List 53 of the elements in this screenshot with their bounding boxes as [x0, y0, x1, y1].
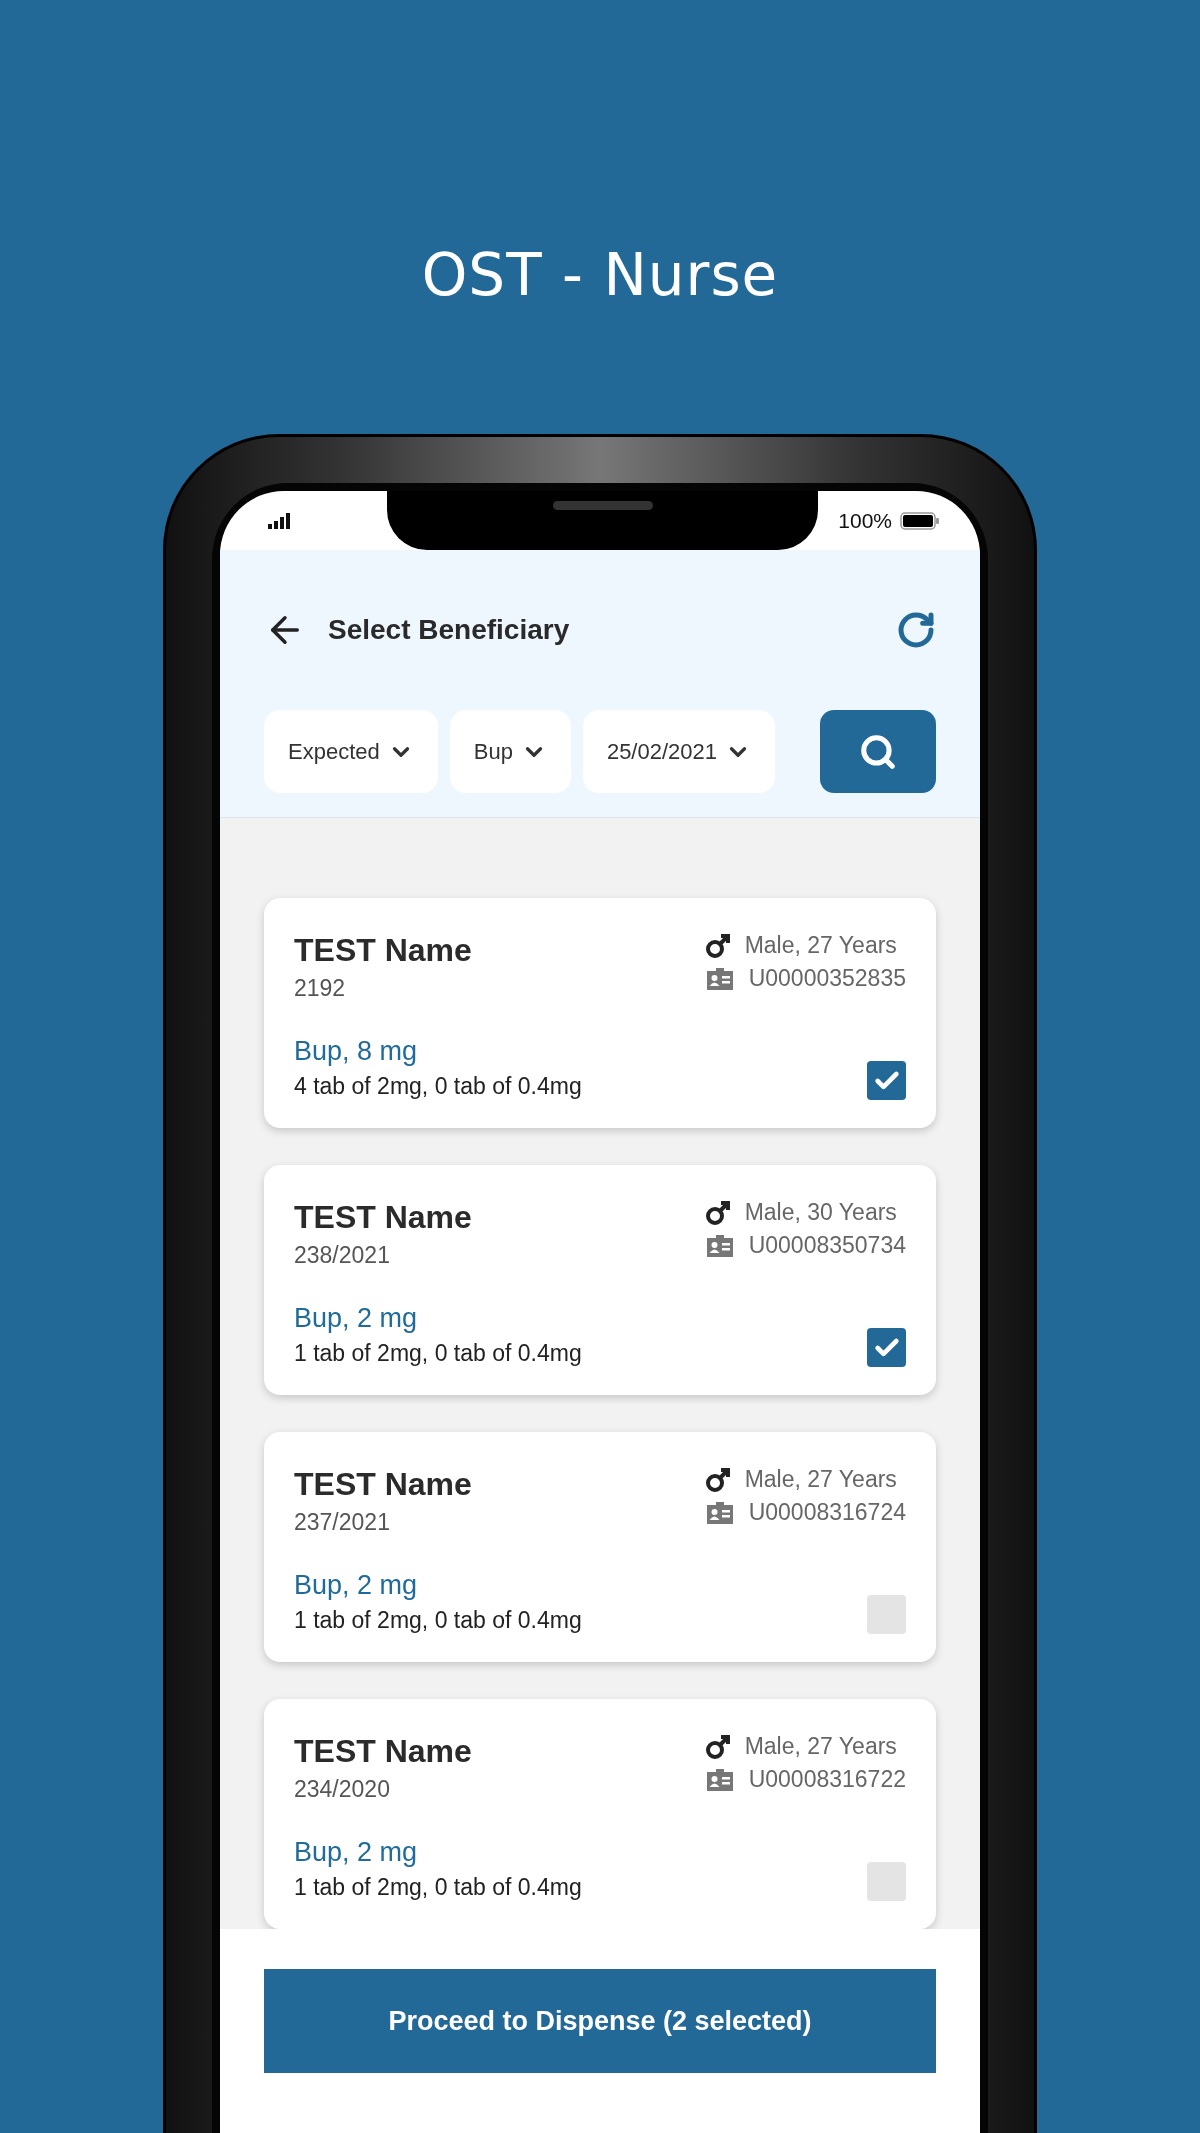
gender-age: Male, 30 Years: [744, 1199, 897, 1226]
tablet-breakdown: 1 tab of 2mg, 0 tab of 0.4mg: [294, 1874, 582, 1901]
beneficiary-card[interactable]: TEST Name 2192 Male, 27 Years U00000352835 Bup, 8 mg 4 tab of 2mg, 0 tab of 0.4mg: [264, 898, 936, 1128]
beneficiary-name: TEST Name: [294, 1733, 472, 1770]
male-symbol-icon: [704, 932, 731, 959]
select-checkbox[interactable]: [867, 1061, 906, 1100]
unique-id: U00000352835: [748, 965, 906, 992]
beneficiary-name: TEST Name: [294, 932, 472, 969]
registration-number: 238/2021: [294, 1242, 391, 1269]
male-symbol-icon: [704, 1733, 731, 1760]
beneficiary-name: TEST Name: [294, 1199, 472, 1236]
page-title: OST - Nurse: [421, 239, 779, 311]
beneficiary-name: TEST Name: [294, 1466, 472, 1503]
tablet-breakdown: 1 tab of 2mg, 0 tab of 0.4mg: [294, 1340, 582, 1367]
signal-icon: [268, 512, 292, 529]
refresh-icon: [896, 610, 936, 650]
male-symbol-icon: [704, 1466, 731, 1493]
screen-title: Select Beneficiary: [328, 614, 571, 646]
id-card-icon: [704, 965, 735, 992]
tablet-breakdown: 4 tab of 2mg, 0 tab of 0.4mg: [294, 1073, 582, 1100]
registration-number: 234/2020: [294, 1776, 391, 1803]
search-icon: [859, 732, 897, 771]
tablet-breakdown: 1 tab of 2mg, 0 tab of 0.4mg: [294, 1607, 582, 1634]
unique-id: U00008316722: [748, 1766, 906, 1793]
gender-age: Male, 27 Years: [744, 932, 897, 959]
drug-dose: Bup, 2 mg: [294, 1303, 419, 1334]
id-card-icon: [704, 1766, 735, 1793]
filter-dropdown[interactable]: 25/02/2021: [582, 710, 775, 793]
refresh-button[interactable]: [896, 610, 936, 650]
unique-id: U00008316724: [748, 1499, 906, 1526]
id-card-icon: [704, 1499, 735, 1526]
beneficiary-card[interactable]: TEST Name 234/2020 Male, 27 Years U00008316722 Bup, 2 mg 1 tab of 2mg, 0 tab of 0.4mg: [264, 1699, 936, 1929]
registration-number: 2192: [294, 975, 347, 1002]
select-checkbox[interactable]: [867, 1595, 906, 1634]
filter-dropdown[interactable]: Expected: [264, 710, 438, 793]
unique-id: U00008350734: [748, 1232, 906, 1259]
search-button[interactable]: [820, 710, 936, 793]
select-checkbox[interactable]: [867, 1862, 906, 1901]
drug-dose: Bup, 8 mg: [294, 1036, 419, 1067]
drug-dose: Bup, 2 mg: [294, 1570, 419, 1601]
select-checkbox[interactable]: [867, 1328, 906, 1367]
registration-number: 237/2021: [294, 1509, 391, 1536]
male-symbol-icon: [704, 1199, 731, 1226]
proceed-button[interactable]: Proceed to Dispense (2 selected): [264, 1969, 936, 2073]
battery-percentage: 100%: [838, 508, 892, 533]
filter-dropdown[interactable]: Bup: [449, 710, 571, 793]
drug-dose: Bup, 2 mg: [294, 1837, 419, 1868]
battery-icon: [900, 511, 940, 530]
gender-age: Male, 27 Years: [744, 1733, 897, 1760]
gender-age: Male, 27 Years: [744, 1466, 897, 1493]
beneficiary-card[interactable]: TEST Name 237/2021 Male, 27 Years U00008316724 Bup, 2 mg 1 tab of 2mg, 0 tab of 0.4mg: [264, 1432, 936, 1662]
id-card-icon: [704, 1232, 735, 1259]
beneficiary-card[interactable]: TEST Name 238/2021 Male, 30 Years U00008350734 Bup, 2 mg 1 tab of 2mg, 0 tab of 0.4mg: [264, 1165, 936, 1395]
